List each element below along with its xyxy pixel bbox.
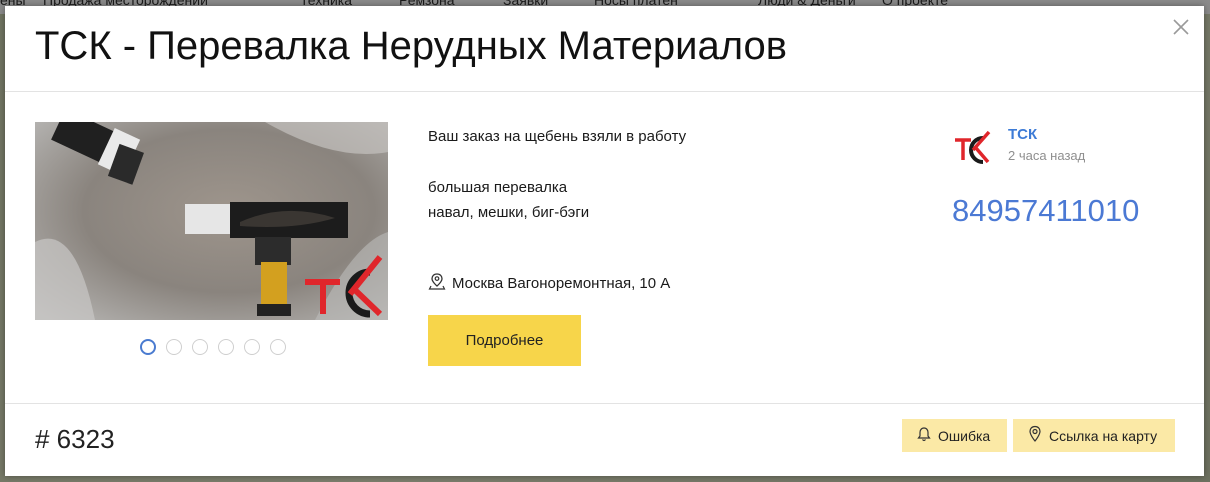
order-id: # 6323 bbox=[35, 424, 115, 454]
carousel-dot[interactable] bbox=[166, 339, 182, 355]
carousel-dot[interactable] bbox=[244, 339, 260, 355]
listing-photo[interactable] bbox=[35, 122, 388, 320]
address-text: Москва Вагоноремонтная, 10 А bbox=[452, 274, 671, 292]
carousel-dot[interactable] bbox=[140, 339, 156, 355]
listing-modal: ТСК - Перевалка Нерудных Материалов Ваш … bbox=[5, 6, 1204, 476]
company-logo bbox=[951, 126, 993, 168]
description-text: Ваш заказ на щебень взяли в работу bbox=[428, 128, 687, 145]
modal-title: ТСК - Перевалка Нерудных Материалов bbox=[35, 24, 788, 68]
carousel-dots bbox=[140, 339, 286, 355]
description-text: большая перевалка bbox=[428, 179, 568, 196]
details-button[interactable]: Подробнее bbox=[428, 315, 581, 366]
address: Москва Вагоноремонтная, 10 А bbox=[428, 272, 670, 294]
report-error-button[interactable]: Ошибка bbox=[902, 419, 1007, 452]
post-time: 2 часа назад bbox=[1008, 148, 1086, 163]
author-name-link[interactable]: ТСК bbox=[1008, 126, 1037, 143]
divider bbox=[5, 403, 1204, 404]
bell-icon bbox=[916, 426, 932, 445]
map-link-button[interactable]: Ссылка на карту bbox=[1013, 419, 1175, 452]
divider bbox=[5, 91, 1204, 92]
map-link-label: Ссылка на карту bbox=[1049, 427, 1158, 444]
close-icon[interactable] bbox=[1170, 16, 1192, 38]
carousel-dot[interactable] bbox=[218, 339, 234, 355]
report-error-label: Ошибка bbox=[938, 427, 991, 444]
description: Ваш заказ на щебень взяли в работу больш… bbox=[428, 124, 686, 225]
phone-link[interactable]: 84957411010 bbox=[952, 193, 1139, 229]
map-pin-icon bbox=[1027, 425, 1043, 446]
location-pin-icon bbox=[428, 272, 446, 294]
description-text: навал, мешки, биг-бэги bbox=[428, 204, 590, 221]
carousel-dot[interactable] bbox=[192, 339, 208, 355]
carousel-dot[interactable] bbox=[270, 339, 286, 355]
